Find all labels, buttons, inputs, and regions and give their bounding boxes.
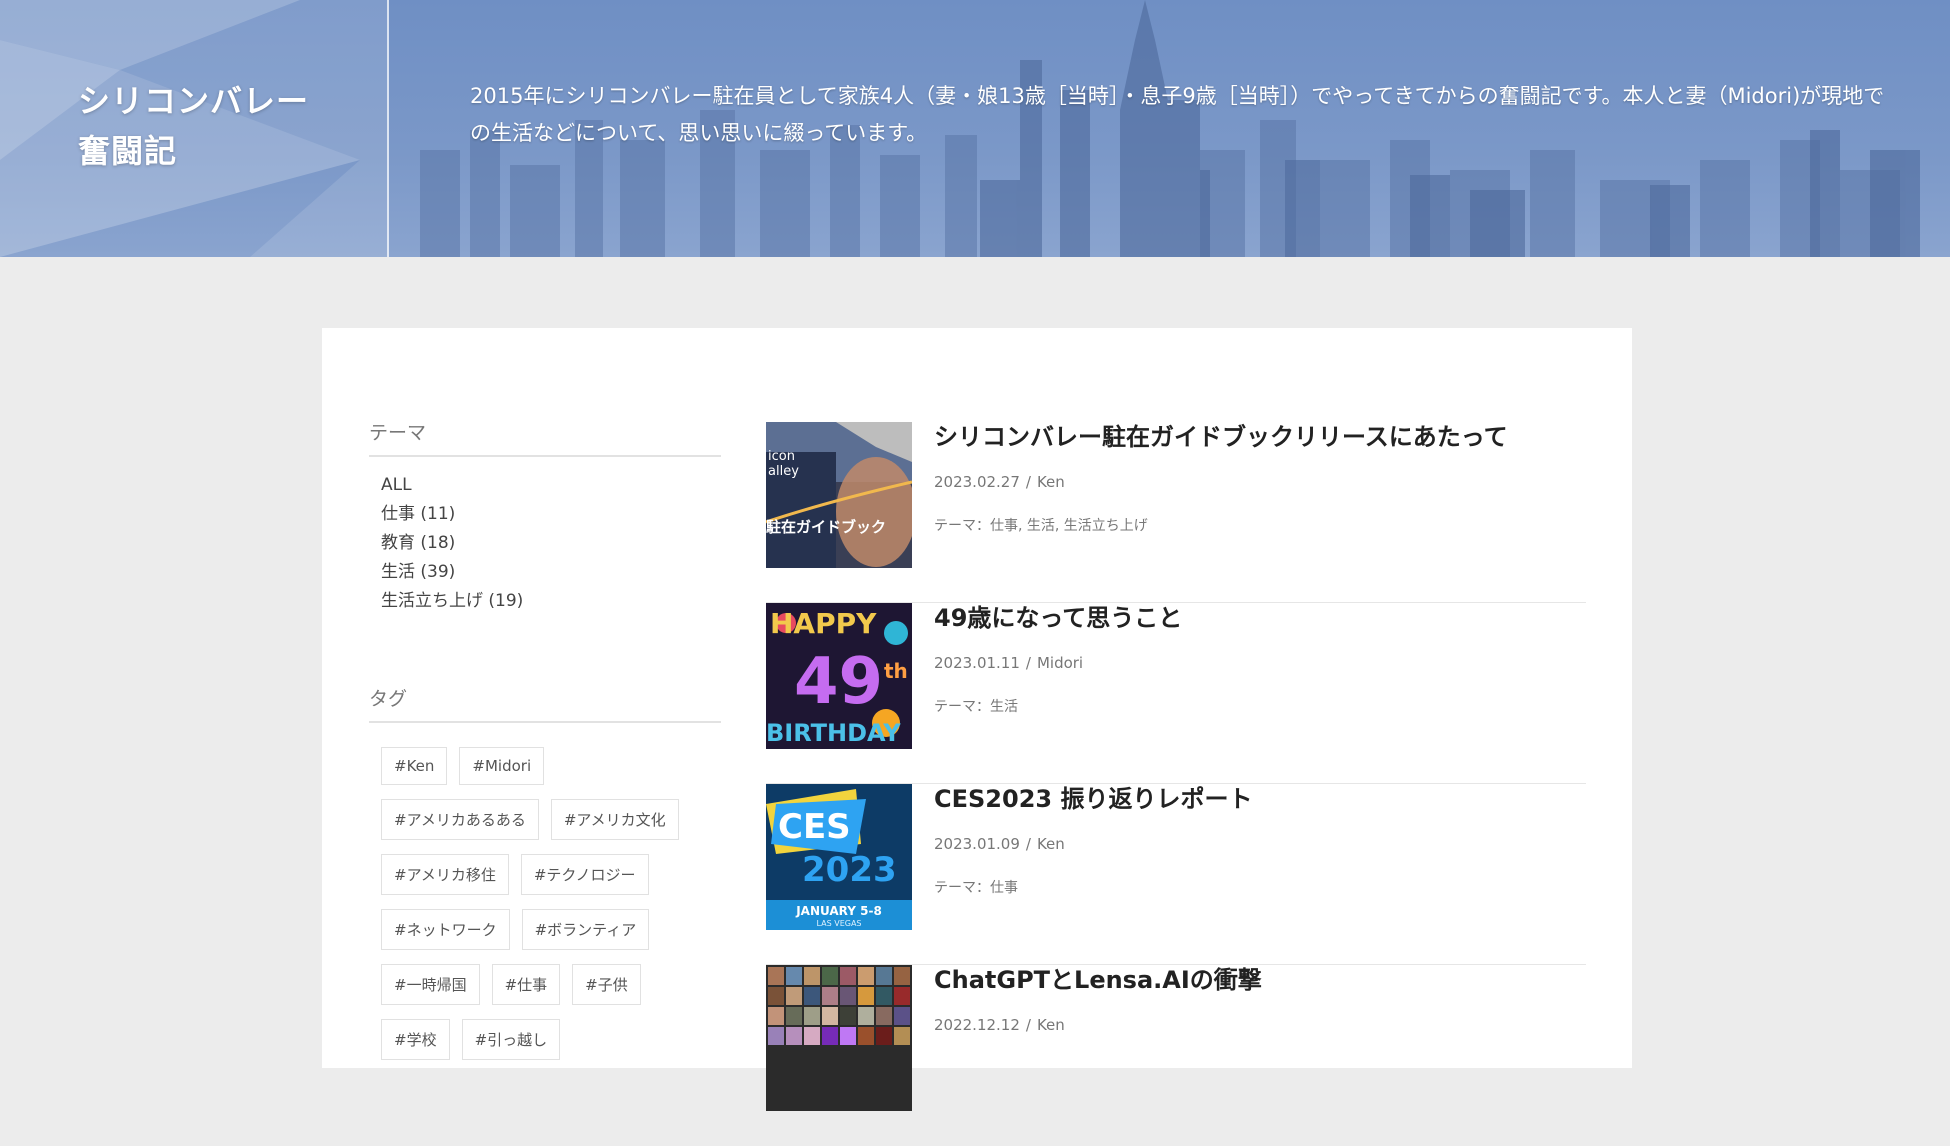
theme-widget: テーマ ALL 仕事 (11) 教育 (18) 生活 (39) 生活立ち上げ (… [369,418,721,616]
post-meta: 2023.01.09 / Ken [934,835,1584,853]
tag-children[interactable]: #子供 [572,964,641,1005]
tag-technology[interactable]: #テクノロジー [520,854,649,895]
post-date: 2023.02.27 [934,473,1020,491]
site-title-line1: シリコンバレー [78,82,310,120]
theme-widget-title: テーマ [369,418,721,457]
thumb-text-lasvegas: LAS VEGAS [816,919,861,928]
post-meta: 2023.02.27 / Ken [934,473,1584,491]
thumb-text-49: 49 [794,645,883,719]
post-item: ChatGPTとLensa.AIの衝撃 2022.12.12 / Ken [766,965,1586,1146]
post-item: icon alley 駐在ガイドブック シリコンバレー駐在ガイドブックリリースに… [766,422,1586,603]
thumb-text-th: th [884,659,908,683]
tag-moving[interactable]: #引っ越し [461,1019,561,1060]
post-body: 49歳になって思うこと 2023.01.11 / Midori テーマ：生活 [934,603,1584,716]
theme-item-work[interactable]: 仕事 (11) [381,500,721,529]
tag-widget-title: タグ [369,684,721,723]
post-title[interactable]: CES2023 振り返りレポート [934,784,1584,814]
thumb-text-birthday: BIRTHDAY [766,719,901,747]
thumb-text-happy: HAPPY [770,607,877,640]
post-item: CES 2023 JANUARY 5-8 LAS VEGAS CES2023 振… [766,784,1586,965]
post-thumbnail-guidebook[interactable]: icon alley 駐在ガイドブック [766,422,912,568]
post-thumbnail-birthday[interactable]: HAPPY 49 th BIRTHDAY [766,603,912,749]
post-body: ChatGPTとLensa.AIの衝撃 2022.12.12 / Ken [934,965,1584,1034]
tag-work[interactable]: #仕事 [491,964,561,1005]
post-item: HAPPY 49 th BIRTHDAY 49歳になって思うこと 2023.01… [766,603,1586,784]
sidebar: テーマ ALL 仕事 (11) 教育 (18) 生活 (39) 生活立ち上げ (… [369,418,721,1074]
post-title[interactable]: ChatGPTとLensa.AIの衝撃 [934,965,1584,995]
tag-volunteer[interactable]: #ボランティア [521,909,650,950]
post-thumbnail-ces[interactable]: CES 2023 JANUARY 5-8 LAS VEGAS [766,784,912,930]
post-meta: 2022.12.12 / Ken [934,1016,1584,1034]
thumb-text-guidebook: 駐在ガイドブック [766,518,886,536]
thumb-text-dates: JANUARY 5-8 [795,904,882,918]
thumb-text-2023: 2023 [802,850,897,890]
tag-america-aruaru[interactable]: #アメリカあるある [381,799,539,840]
post-date: 2022.12.12 [934,1016,1020,1034]
tag-ken[interactable]: #Ken [381,747,448,785]
tag-school[interactable]: #学校 [381,1019,450,1060]
tag-america-migration[interactable]: #アメリカ移住 [381,854,509,895]
theme-item-education[interactable]: 教育 (18) [381,529,721,558]
meta-separator: / [1025,654,1031,672]
theme-item-all[interactable]: ALL [381,471,721,500]
post-title[interactable]: シリコンバレー駐在ガイドブックリリースにあたって [934,422,1584,452]
meta-separator: / [1025,473,1031,491]
thumb-text-alley: alley [768,464,799,479]
tag-midori[interactable]: #Midori [459,747,545,785]
thumb-text-ces: CES [778,807,851,847]
meta-separator: / [1025,1016,1031,1034]
site-description: 2015年にシリコンバレー駐在員として家族4人（妻・娘13歳［当時］・息子9歳［… [470,84,1885,145]
post-author[interactable]: Ken [1037,1016,1065,1034]
tag-temporary-return[interactable]: #一時帰国 [381,964,480,1005]
post-date: 2023.01.09 [934,835,1020,853]
theme-item-life-setup[interactable]: 生活立ち上げ (19) [381,587,721,616]
post-author[interactable]: Ken [1037,473,1065,491]
post-body: CES2023 振り返りレポート 2023.01.09 / Ken テーマ：仕事 [934,784,1584,897]
content-card: テーマ ALL 仕事 (11) 教育 (18) 生活 (39) 生活立ち上げ (… [322,328,1632,1111]
post-title[interactable]: 49歳になって思うこと [934,603,1584,633]
post-date: 2023.01.11 [934,654,1020,672]
post-meta: 2023.01.11 / Midori [934,654,1584,672]
post-thumbnail-ai-portraits[interactable] [766,965,912,1111]
post-theme[interactable]: テーマ：仕事 [934,877,1584,897]
post-list: icon alley 駐在ガイドブック シリコンバレー駐在ガイドブックリリースに… [766,422,1586,1146]
tag-cloud: #Ken #Midori #アメリカあるある #アメリカ文化 #アメリカ移住 #… [369,747,721,1074]
theme-list: ALL 仕事 (11) 教育 (18) 生活 (39) 生活立ち上げ (19) [369,471,721,616]
site-title[interactable]: シリコンバレー 奮闘記 [78,76,348,176]
post-author[interactable]: Midori [1037,654,1083,672]
thumb-text-icon: icon [768,449,795,464]
site-title-line2: 奮闘記 [78,132,178,170]
tag-widget: タグ #Ken #Midori #アメリカあるある #アメリカ文化 #アメリカ移… [369,684,721,1074]
post-author[interactable]: Ken [1037,835,1065,853]
site-header: シリコンバレー 奮闘記 2015年にシリコンバレー駐在員として家族4人（妻・娘1… [0,0,1950,257]
theme-item-life[interactable]: 生活 (39) [381,558,721,587]
tag-network[interactable]: #ネットワーク [381,909,510,950]
post-theme[interactable]: テーマ：仕事, 生活, 生活立ち上げ [934,515,1584,535]
post-theme[interactable]: テーマ：生活 [934,696,1584,716]
tag-america-culture[interactable]: #アメリカ文化 [550,799,679,840]
header-divider [387,0,389,257]
meta-separator: / [1025,835,1031,853]
post-body: シリコンバレー駐在ガイドブックリリースにあたって 2023.02.27/Ken … [934,422,1584,535]
